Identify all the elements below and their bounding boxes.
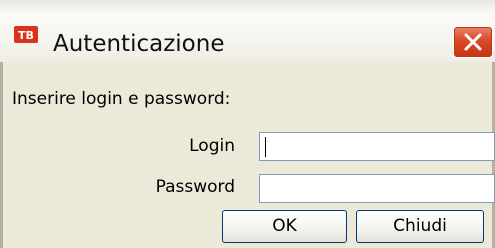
close-icon: [464, 33, 482, 51]
title-bar[interactable]: TB Autenticazione: [0, 0, 495, 62]
chiudi-button[interactable]: Chiudi: [356, 210, 484, 243]
tb-logo-icon: TB: [14, 26, 38, 43]
login-input[interactable]: [259, 132, 495, 161]
login-dialog: TB Autenticazione Inserire login e passw…: [0, 0, 495, 248]
instruction-text: Inserire login e password:: [12, 89, 231, 109]
window-frame-left: [0, 62, 3, 248]
password-label: Password: [155, 177, 235, 197]
svg-text:TB: TB: [18, 29, 34, 42]
window-title: Autenticazione: [53, 31, 225, 57]
password-input[interactable]: [259, 174, 495, 203]
ok-button[interactable]: OK: [222, 210, 347, 243]
login-label: Login: [189, 136, 235, 156]
text-cursor: [265, 137, 266, 157]
close-window-button[interactable]: [453, 26, 493, 58]
